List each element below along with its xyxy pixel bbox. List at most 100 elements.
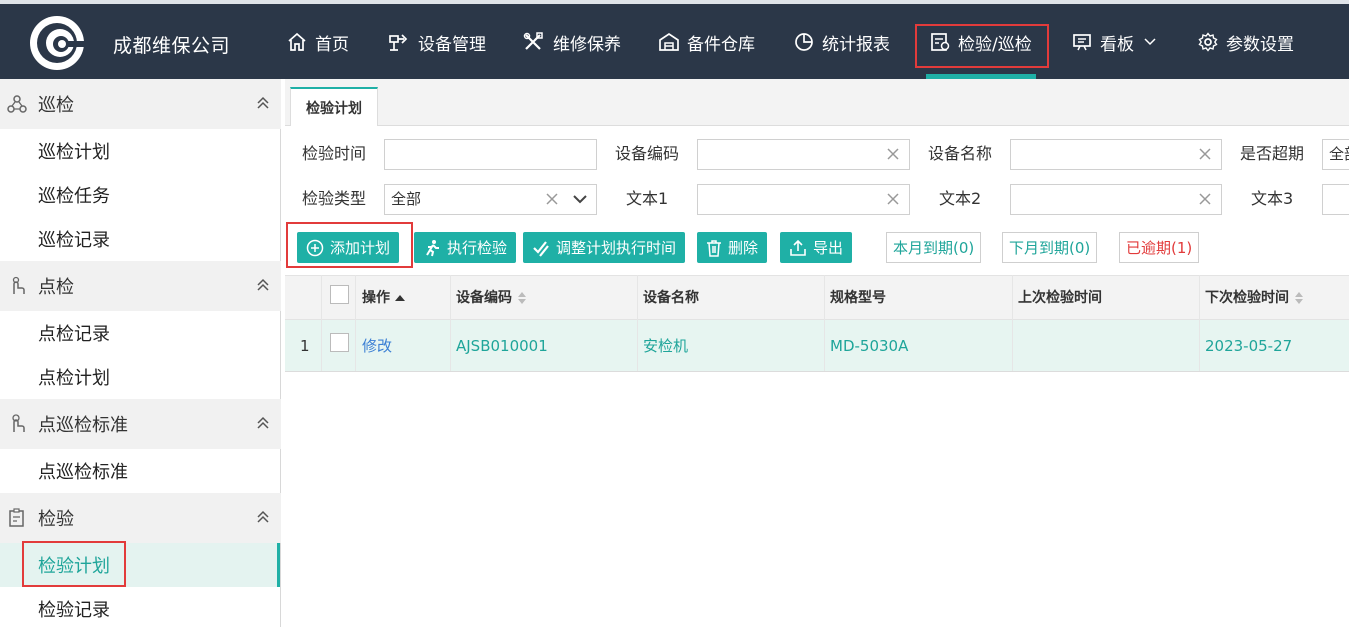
column-divider (450, 275, 451, 371)
nav-warehouse[interactable]: 备件仓库 (659, 26, 755, 58)
nav-highlight-box (915, 24, 1049, 68)
trash-icon (707, 239, 721, 257)
column-divider (355, 275, 356, 371)
filter-label: 文本3 (1251, 189, 1294, 208)
text1-input[interactable] (697, 184, 910, 215)
sidebar-item-patrol-record[interactable]: 巡检记录 (0, 217, 280, 261)
sidebar-highlight-box (22, 541, 126, 587)
sort-asc-icon (395, 295, 405, 301)
column-header-action[interactable]: 操作 (362, 276, 405, 320)
nav-maintenance[interactable]: 维修保养 (523, 26, 621, 58)
nav-reports[interactable]: 统计报表 (794, 26, 890, 58)
check-edit-icon (533, 240, 549, 257)
device-name-input[interactable] (1010, 139, 1222, 170)
nav-home[interactable]: 首页 (287, 26, 349, 58)
sidebar-item-inspection-record[interactable]: 检验记录 (0, 587, 280, 631)
column-divider (824, 275, 825, 371)
next-month-due-button[interactable]: 下月到期(0) (1002, 232, 1098, 263)
text3-input[interactable] (1322, 184, 1349, 215)
filter-label: 文本2 (939, 189, 982, 208)
filter-label: 检验类型 (302, 189, 367, 208)
nav-label: 维修保养 (553, 34, 621, 55)
inspect-time-input[interactable] (384, 139, 597, 170)
nav-label: 备件仓库 (687, 34, 755, 55)
gear-icon (1198, 32, 1218, 52)
sidebar-item-standard[interactable]: 点巡检标准 (0, 449, 280, 493)
button-label: 执行检验 (447, 239, 508, 257)
nav-label: 看板 (1100, 34, 1134, 55)
nav-equipment[interactable]: 设备管理 (388, 26, 486, 58)
column-label: 下次检验时间 (1205, 290, 1289, 306)
add-button-highlight-box (286, 222, 413, 268)
cell-device-name: 安检机 (643, 337, 689, 355)
clear-icon[interactable] (1197, 146, 1213, 162)
nav-label: 统计报表 (822, 34, 890, 55)
home-icon (288, 32, 306, 51)
nav-settings[interactable]: 参数设置 (1198, 26, 1294, 58)
delete-button[interactable]: 删除 (697, 232, 768, 263)
pie-chart-icon (795, 33, 813, 51)
cell-next-time: 2023-05-27 (1205, 337, 1293, 355)
table-row[interactable]: 1 修改 AJSB010001 安检机 MD-5030A 2023-05-27 (285, 320, 1349, 372)
row-checkbox[interactable] (330, 333, 349, 352)
device-code-input[interactable] (697, 139, 910, 170)
this-month-due-button[interactable]: 本月到期(0) (886, 232, 982, 263)
standard-icon (12, 414, 25, 432)
tab-inspection-plan[interactable]: 检验计划 (290, 87, 378, 126)
sidebar-group-inspection[interactable]: 检验 (0, 493, 281, 543)
sidebar-item-patrol-plan[interactable]: 巡检计划 (0, 129, 280, 173)
button-label: 导出 (813, 239, 844, 257)
board-icon (1073, 34, 1091, 51)
button-label: 调整计划执行时间 (556, 239, 677, 257)
tab-bar: 检验计划 (285, 79, 1349, 126)
sidebar-group-patrol[interactable]: 巡检 (0, 79, 281, 129)
spot-check-icon (12, 276, 25, 294)
clipboard-icon (9, 508, 24, 527)
company-logo-icon (30, 16, 86, 70)
brand-name: 成都维保公司 (113, 35, 231, 57)
column-divider (1012, 275, 1013, 371)
inspect-type-select[interactable]: 全部 (384, 184, 597, 215)
clear-icon[interactable] (1197, 191, 1213, 207)
button-label: 删除 (728, 239, 759, 257)
column-header-next-time[interactable]: 下次检验时间 (1205, 276, 1304, 320)
adjust-time-button[interactable]: 调整计划执行时间 (523, 232, 686, 263)
chevron-up-double-icon (257, 96, 269, 109)
sidebar-group-title: 巡检 (38, 95, 74, 116)
column-header-device-name[interactable]: 设备名称 (643, 276, 699, 320)
text2-input[interactable] (1010, 184, 1222, 215)
clear-icon[interactable] (885, 146, 901, 162)
warehouse-icon (659, 32, 679, 51)
chevron-up-double-icon (257, 510, 269, 523)
tools-icon (523, 32, 543, 50)
chevron-down-icon[interactable] (572, 193, 588, 205)
overdue-select[interactable]: 全部 (1322, 139, 1349, 170)
export-button[interactable]: 导出 (780, 232, 853, 263)
cell-model: MD-5030A (830, 337, 909, 355)
clear-icon[interactable] (885, 191, 901, 207)
filter-label: 是否超期 (1240, 144, 1305, 163)
sidebar-item-patrol-task[interactable]: 巡检任务 (0, 173, 280, 217)
column-label: 操作 (362, 290, 390, 306)
sidebar-item-spot-record[interactable]: 点检记录 (0, 311, 280, 355)
clear-icon[interactable] (544, 191, 560, 207)
column-header-device-code[interactable]: 设备编码 (456, 276, 527, 320)
overdue-button[interactable]: 已逾期(1) (1119, 232, 1200, 263)
sort-icon (518, 292, 526, 304)
nav-board[interactable]: 看板 (1072, 26, 1164, 58)
sort-icon (1295, 292, 1303, 304)
running-person-icon (426, 239, 439, 256)
column-header-model[interactable]: 规格型号 (830, 276, 886, 320)
chevron-up-double-icon (257, 278, 269, 291)
sidebar-group-spot-check[interactable]: 点检 (0, 261, 281, 311)
sidebar-group-title: 点检 (38, 277, 74, 298)
execute-inspection-button[interactable]: 执行检验 (414, 232, 517, 263)
select-all-checkbox[interactable] (330, 285, 349, 304)
export-icon (790, 239, 806, 256)
sidebar-group-standard[interactable]: 点巡检标准 (0, 399, 281, 449)
edit-link[interactable]: 修改 (362, 320, 392, 372)
column-label: 设备编码 (456, 290, 512, 306)
column-header-last-time[interactable]: 上次检验时间 (1018, 276, 1102, 320)
table-header: 操作 设备编码 设备名称 规格型号 上次检验时间 下次检验时间 (285, 275, 1349, 320)
sidebar-item-spot-plan[interactable]: 点检计划 (0, 355, 280, 399)
